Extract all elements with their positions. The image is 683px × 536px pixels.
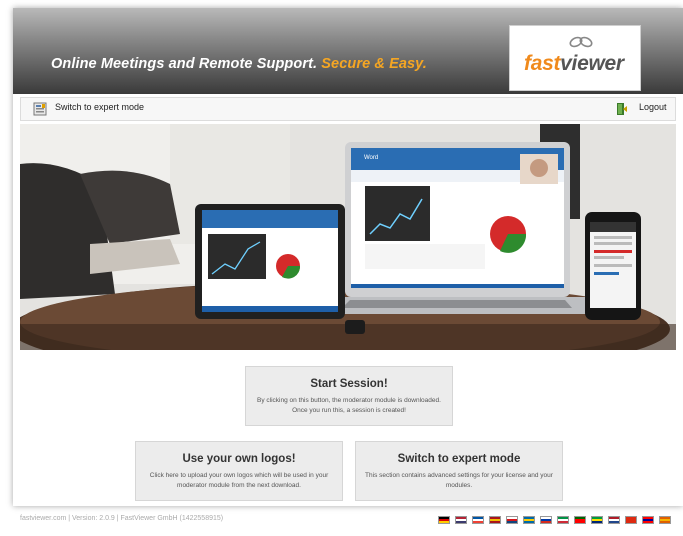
tagline: Online Meetings and Remote Support. Secu…	[51, 56, 427, 72]
flag-es2-icon[interactable]	[659, 516, 671, 524]
expert-mode-button[interactable]: Switch to expert mode This section conta…	[355, 441, 563, 501]
own-logos-button[interactable]: Use your own logos! Click here to upload…	[135, 441, 343, 501]
toolbar: Switch to expert mode Logout	[20, 97, 676, 121]
flag-us-icon[interactable]	[455, 516, 467, 524]
tagline-main: Online Meetings and Remote Support.	[51, 56, 318, 72]
flag-es-icon[interactable]	[489, 516, 501, 524]
start-session-button[interactable]: Start Session! By clicking on this butto…	[245, 366, 453, 426]
expert-mode-link[interactable]: Switch to expert mode	[55, 102, 144, 112]
flag-it-icon[interactable]	[557, 516, 569, 524]
own-logos-title: Use your own logos!	[182, 453, 296, 465]
start-session-description: By clicking on this button, the moderato…	[257, 397, 441, 414]
flag-nl-icon[interactable]	[608, 516, 620, 524]
action-area: Start Session! By clicking on this butto…	[20, 350, 676, 501]
logo-viewer: viewer	[560, 52, 624, 75]
page-frame: Online Meetings and Remote Support. Secu…	[13, 8, 683, 506]
logout-link[interactable]: Logout	[639, 102, 667, 112]
logo-fast: fast	[524, 52, 561, 75]
flag-fr-icon[interactable]	[472, 516, 484, 524]
link-rings-icon	[569, 36, 593, 48]
expert-mode-icon[interactable]	[33, 102, 47, 116]
tagline-accent: Secure & Easy.	[321, 56, 427, 72]
footer-version-text: fastviewer.com | Version: 2.0.9 | FastVi…	[20, 515, 224, 522]
start-session-title: Start Session!	[310, 378, 388, 390]
hero-image: Word	[20, 124, 676, 350]
logo-wordmark: fastviewer	[524, 52, 624, 76]
expert-mode-title: Switch to expert mode	[397, 453, 521, 465]
flag-br-icon[interactable]	[591, 516, 603, 524]
flag-se-icon[interactable]	[523, 516, 535, 524]
flag-de-icon[interactable]	[438, 516, 450, 524]
header-banner: Online Meetings and Remote Support. Secu…	[13, 8, 683, 94]
fastviewer-logo[interactable]: fastviewer	[509, 25, 641, 91]
flag-ru-icon[interactable]	[540, 516, 552, 524]
devices-illustration	[20, 124, 676, 350]
logout-icon[interactable]	[614, 102, 628, 116]
flag-pt-icon[interactable]	[574, 516, 586, 524]
flag-cn-icon[interactable]	[625, 516, 637, 524]
flag-tw-icon[interactable]	[642, 516, 654, 524]
flag-cz-icon[interactable]	[506, 516, 518, 524]
expert-mode-description: This section contains advanced settings …	[365, 472, 553, 489]
app-window-title: Word	[364, 155, 379, 161]
own-logos-description: Click here to upload your own logos whic…	[149, 472, 329, 489]
